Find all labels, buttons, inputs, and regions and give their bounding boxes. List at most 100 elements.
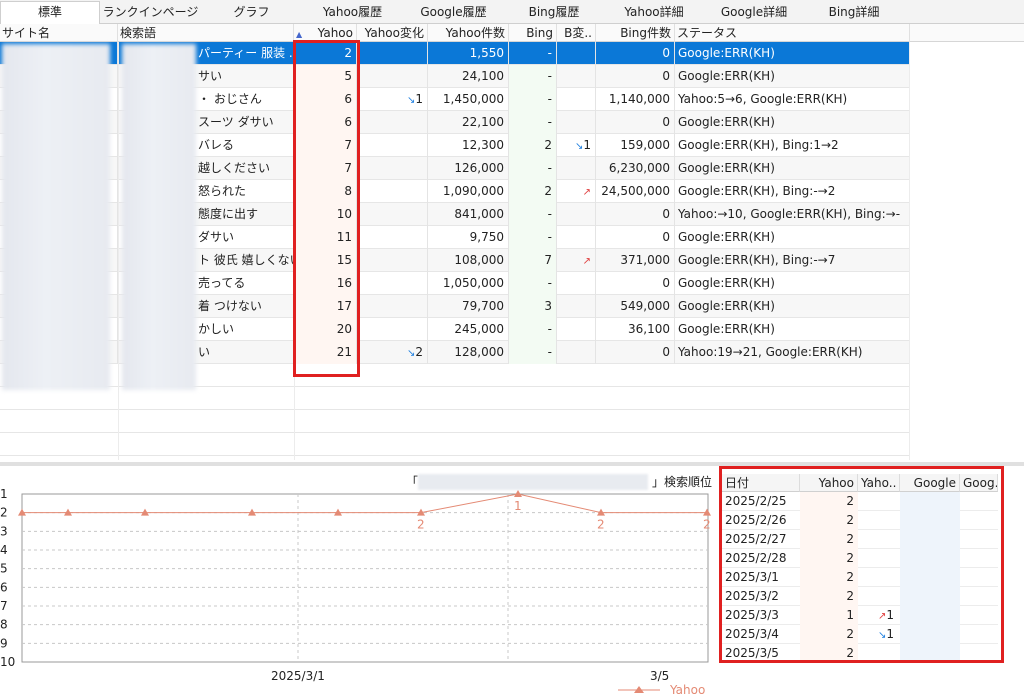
cell-bchg xyxy=(557,203,596,226)
cell-bing: 7 xyxy=(509,249,557,272)
y-tick-label: 3 xyxy=(0,524,8,538)
col-header-bing-count[interactable]: Bing件数 xyxy=(596,24,675,42)
col-header-yahoo-count[interactable]: Yahoo件数 xyxy=(428,24,509,42)
col-header-bing-change[interactable]: B変.. xyxy=(557,24,596,42)
x-tick-label: 3/5 xyxy=(650,669,669,683)
cell-bchg xyxy=(557,341,596,364)
y-tick-label: 2 xyxy=(0,506,8,520)
cell-ychg xyxy=(357,203,428,226)
tab-bing-history[interactable]: Bing履歴 xyxy=(504,2,604,24)
col-header-yahoo-change[interactable]: Yahoo変化 xyxy=(357,24,428,42)
rank-chart: 「 」検索順位 1 2 3 4 5 6 7 8 9 10 2 1 2 2 2025/3/1 3/5 Ya… xyxy=(0,474,712,695)
redacted-chart-keyword xyxy=(418,474,648,490)
tab-google-history[interactable]: Google履歴 xyxy=(403,2,504,24)
cell-status: Google:ERR(KH), Bing:-→2 xyxy=(675,180,910,203)
rank-up-icon: ↗ xyxy=(582,187,591,198)
cell-ychg: ↘1 xyxy=(357,88,428,111)
cell-ycnt: 245,000 xyxy=(428,318,509,341)
y-tick-label: 6 xyxy=(0,580,8,594)
cell-bing: - xyxy=(509,88,557,111)
cell-bing: - xyxy=(509,318,557,341)
empty-row xyxy=(0,387,910,410)
data-label: 2 xyxy=(597,518,605,532)
tab-standard[interactable]: 標準 xyxy=(0,1,100,25)
cell-status: Google:ERR(KH) xyxy=(675,272,910,295)
cell-bcnt: 6,230,000 xyxy=(596,157,675,180)
col-header-status[interactable]: ステータス xyxy=(675,24,910,42)
cell-ycnt: 1,450,000 xyxy=(428,88,509,111)
y-tick-label: 5 xyxy=(0,562,8,576)
cell-bing: - xyxy=(509,42,557,65)
tab-bing-detail[interactable]: Bing詳細 xyxy=(804,2,904,24)
cell-ycnt: 1,050,000 xyxy=(428,272,509,295)
cell-bing: - xyxy=(509,111,557,134)
cell-ychg xyxy=(357,42,428,65)
cell-bcnt: 0 xyxy=(596,111,675,134)
tab-rankin-page[interactable]: ランクインページ xyxy=(100,2,201,24)
series-line-yahoo xyxy=(22,493,707,514)
cell-bchg xyxy=(557,157,596,180)
cell-bcnt: 0 xyxy=(596,42,675,65)
cell-ychg xyxy=(357,157,428,180)
data-label: 2 xyxy=(417,518,425,532)
tab-yahoo-detail[interactable]: Yahoo詳細 xyxy=(604,2,704,24)
view-tabs: 標準 ランクインページ グラフ Yahoo履歴 Google履歴 Bing履歴 … xyxy=(0,0,1024,25)
cell-ychg xyxy=(357,65,428,88)
cell-bchg: ↗ xyxy=(557,249,596,272)
y-tick-label: 9 xyxy=(0,636,8,650)
col-header-yahoo-label: Yahoo xyxy=(317,26,353,40)
cell-status: Google:ERR(KH) xyxy=(675,42,910,65)
col-header-bing[interactable]: Bing xyxy=(509,24,557,42)
cell-ychg xyxy=(357,111,428,134)
cell-bchg xyxy=(557,318,596,341)
empty-row xyxy=(0,410,910,433)
data-label: 2 xyxy=(703,518,711,532)
x-tick-label: 2025/3/1 xyxy=(271,669,325,683)
cell-bchg: ↗ xyxy=(557,180,596,203)
rank-up-icon: ↗ xyxy=(582,256,591,267)
cell-ycnt: 108,000 xyxy=(428,249,509,272)
cell-bchg xyxy=(557,272,596,295)
cell-ycnt: 1,090,000 xyxy=(428,180,509,203)
col-header-site[interactable]: サイト名 xyxy=(0,24,118,42)
cell-bchg xyxy=(557,111,596,134)
cell-bing: - xyxy=(509,226,557,249)
cell-ycnt: 126,000 xyxy=(428,157,509,180)
legend-label: Yahoo xyxy=(669,683,705,695)
cell-bcnt: 0 xyxy=(596,65,675,88)
cell-bing: - xyxy=(509,157,557,180)
cell-bchg xyxy=(557,226,596,249)
detail-table-highlight xyxy=(719,466,1004,663)
cell-bcnt: 549,000 xyxy=(596,295,675,318)
tab-yahoo-history[interactable]: Yahoo履歴 xyxy=(302,2,403,24)
cell-bcnt: 36,100 xyxy=(596,318,675,341)
cell-bchg xyxy=(557,295,596,318)
rank-chart-panel: 「 」検索順位 1 2 3 4 5 6 7 8 9 10 2 1 2 2 2025/3/1 3/5 Ya… xyxy=(0,466,716,695)
column-divider xyxy=(909,42,910,460)
data-label: 1 xyxy=(514,499,522,513)
y-tick-label: 1 xyxy=(0,487,8,501)
cell-bchg xyxy=(557,65,596,88)
cell-ychg xyxy=(357,180,428,203)
rank-change-value: 2 xyxy=(415,345,423,359)
cell-bchg: ↘1 xyxy=(557,134,596,157)
yahoo-column-highlight xyxy=(293,40,360,377)
cell-bing: - xyxy=(509,341,557,364)
rank-change-value: 1 xyxy=(583,138,591,152)
y-tick-label: 8 xyxy=(0,618,8,632)
cell-ycnt: 12,300 xyxy=(428,134,509,157)
cell-bchg xyxy=(557,42,596,65)
cell-status: Google:ERR(KH) xyxy=(675,318,910,341)
y-tick-label: 7 xyxy=(0,599,8,613)
redacted-site-names xyxy=(2,44,110,390)
cell-ychg xyxy=(357,272,428,295)
tab-graph[interactable]: グラフ xyxy=(201,2,302,24)
cell-ychg xyxy=(357,318,428,341)
col-header-keyword[interactable]: 検索語 xyxy=(118,24,294,42)
cell-bcnt: 0 xyxy=(596,272,675,295)
cell-ychg xyxy=(357,249,428,272)
cell-ychg: ↘2 xyxy=(357,341,428,364)
tab-google-detail[interactable]: Google詳細 xyxy=(704,2,804,24)
cell-bing: - xyxy=(509,65,557,88)
cell-ycnt: 22,100 xyxy=(428,111,509,134)
